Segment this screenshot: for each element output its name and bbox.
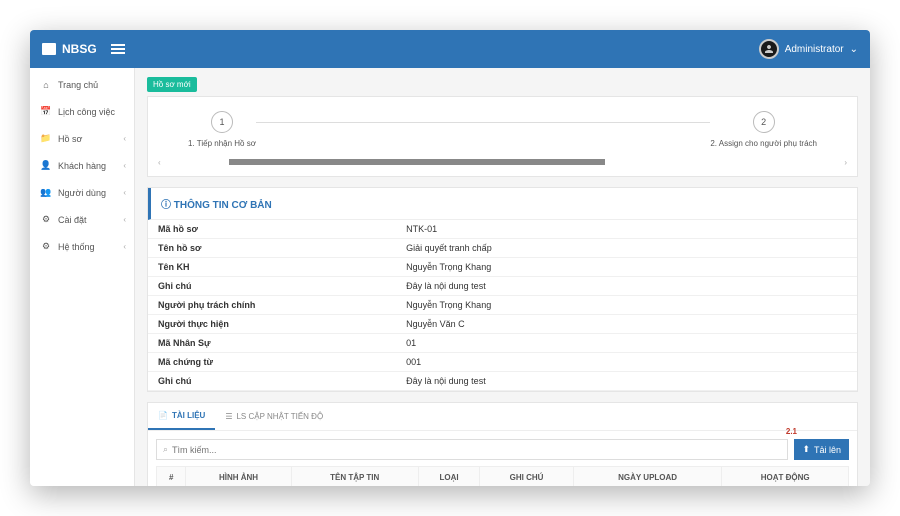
chevron-left-icon: ‹	[123, 161, 126, 170]
info-table: Mã hồ sơNTK-01Tên hồ sơGiải quyết tranh …	[148, 220, 857, 391]
sidebar-item-label: Trang chủ	[58, 80, 98, 90]
tab-progress-history[interactable]: ☰ LS CẬP NHẬT TIẾN ĐỘ	[215, 403, 333, 430]
step-2[interactable]: 2 2. Assign cho người phụ trách	[710, 111, 817, 148]
info-icon: ⓘ	[161, 200, 174, 211]
sidebar-item-5[interactable]: ⚙ Cài đặt ‹	[30, 206, 134, 233]
tabs-row: 📄 TÀI LIỆU ☰ LS CẬP NHẬT TIẾN ĐỘ	[148, 403, 857, 431]
info-row: Ghi chúĐây là nội dung test	[148, 372, 857, 391]
step-1-circle: 1	[211, 111, 233, 133]
search-input[interactable]	[172, 445, 781, 455]
sidebar-item-6[interactable]: ⚙ Hệ thống ‹	[30, 233, 134, 260]
tab-documents[interactable]: 📄 TÀI LIỆU	[148, 403, 215, 430]
info-row: Tên hồ sơGiải quyết tranh chấp	[148, 239, 857, 258]
grid-header[interactable]: LOẠI	[418, 467, 479, 487]
top-bar: NBSG Administrator ⌄	[30, 30, 870, 68]
chevron-left-icon: ‹	[123, 134, 126, 143]
stepper-card: 1 1. Tiếp nhận Hồ sơ 2 2. Assign cho ngư…	[147, 96, 858, 177]
info-value: 01	[396, 334, 857, 353]
folder-icon	[42, 43, 56, 55]
search-input-wrap[interactable]: ⌕	[156, 439, 788, 460]
grid-header[interactable]: HOẠT ĐỘNG	[722, 467, 849, 487]
brand-text: NBSG	[62, 42, 97, 56]
sidebar-item-1[interactable]: 📅 Lịch công việc	[30, 98, 134, 125]
grid-header[interactable]: HÌNH ẢNH	[186, 467, 291, 487]
info-value: Nguyễn Trọng Khang	[396, 296, 857, 315]
info-label: Tên hồ sơ	[148, 239, 396, 258]
search-icon: ⌕	[163, 444, 168, 455]
step-2-label: 2. Assign cho người phụ trách	[710, 139, 817, 148]
info-row: Mã Nhân Sự01	[148, 334, 857, 353]
gear-icon: ⚙	[40, 241, 52, 252]
info-row: Tên KHNguyễn Trọng Khang	[148, 258, 857, 277]
user-name: Administrator	[785, 44, 844, 55]
chevron-left-icon: ‹	[123, 215, 126, 224]
user-cog-icon: ⚙	[40, 214, 52, 225]
calendar-icon: 📅	[40, 106, 52, 117]
documents-table: #HÌNH ẢNHTÊN TẬP TINLOẠIGHI CHÚNGÀY UPLO…	[156, 466, 849, 486]
sidebar-item-label: Lịch công việc	[58, 107, 115, 117]
tabs-card: 📄 TÀI LIỆU ☰ LS CẬP NHẬT TIẾN ĐỘ 2.1 ⌕	[147, 402, 858, 486]
info-label: Người thực hiện	[148, 315, 396, 334]
basic-info-header: ⓘ THÔNG TIN CƠ BẢN	[148, 188, 857, 220]
info-row: Ghi chúĐây là nội dung test	[148, 277, 857, 296]
grid-header[interactable]: TÊN TẬP TIN	[291, 467, 418, 487]
step-1-label: 1. Tiếp nhận Hồ sơ	[188, 139, 256, 148]
info-value: NTK-01	[396, 220, 857, 239]
info-value: Đây là nội dung test	[396, 277, 857, 296]
step-1[interactable]: 1 1. Tiếp nhận Hồ sơ	[188, 111, 256, 148]
info-row: Mã chứng từ001	[148, 353, 857, 372]
info-label: Mã Nhân Sự	[148, 334, 396, 353]
grid-header[interactable]: NGÀY UPLOAD	[573, 467, 722, 487]
user-icon: 👤	[40, 160, 52, 171]
sidebar-item-label: Cài đặt	[58, 215, 87, 225]
sidebar-item-2[interactable]: 📁 Hồ sơ ‹	[30, 125, 134, 152]
app-window: NBSG Administrator ⌄ ⌂ Trang chủ 📅 Lịch côn…	[30, 30, 870, 486]
info-label: Mã hồ sơ	[148, 220, 396, 239]
main-content: Hồ sơ mới 1 1. Tiếp nhận Hồ sơ 2 2. Assi…	[135, 68, 870, 486]
info-label: Người phụ trách chính	[148, 296, 396, 315]
info-label: Ghi chú	[148, 372, 396, 391]
chevron-left-icon: ‹	[123, 242, 126, 251]
sidebar: ⌂ Trang chủ 📅 Lịch công việc 📁 Hồ sơ ‹ 👤 Khách h…	[30, 68, 135, 486]
basic-info-card: ⓘ THÔNG TIN CƠ BẢN Mã hồ sơNTK-01Tên hồ …	[147, 187, 858, 392]
upload-icon: ⬆	[802, 444, 810, 455]
info-value: Đây là nội dung test	[396, 372, 857, 391]
sidebar-item-0[interactable]: ⌂ Trang chủ	[30, 72, 134, 98]
info-value: Giải quyết tranh chấp	[396, 239, 857, 258]
sidebar-item-label: Người dùng	[58, 188, 106, 198]
home-icon: ⌂	[40, 80, 52, 90]
info-value: Nguyễn Văn C	[396, 315, 857, 334]
info-row: Người phụ trách chínhNguyễn Trọng Khang	[148, 296, 857, 315]
chevron-down-icon: ⌄	[850, 44, 858, 55]
info-row: Mã hồ sơNTK-01	[148, 220, 857, 239]
version-label: 2.1	[786, 427, 797, 436]
sidebar-item-3[interactable]: 👤 Khách hàng ‹	[30, 152, 134, 179]
chevron-left-icon: ‹	[123, 188, 126, 197]
info-label: Tên KH	[148, 258, 396, 277]
user-menu[interactable]: Administrator ⌄	[759, 39, 858, 59]
info-label: Mã chứng từ	[148, 353, 396, 372]
file-icon: 📄	[158, 411, 168, 420]
users-icon: 👥	[40, 187, 52, 198]
grid-header[interactable]: GHI CHÚ	[480, 467, 574, 487]
sidebar-item-label: Khách hàng	[58, 161, 106, 171]
new-record-badge[interactable]: Hồ sơ mới	[147, 77, 197, 92]
sidebar-item-4[interactable]: 👥 Người dùng ‹	[30, 179, 134, 206]
list-icon: ☰	[225, 412, 232, 421]
info-label: Ghi chú	[148, 277, 396, 296]
step-connector	[256, 122, 710, 123]
sidebar-item-label: Hệ thống	[58, 242, 95, 252]
info-row: Người thực hiệnNguyễn Văn C	[148, 315, 857, 334]
info-value[interactable]: Nguyễn Trọng Khang	[396, 258, 857, 277]
avatar-icon	[759, 39, 779, 59]
horizontal-scrollbar[interactable]: ‹ ›	[158, 158, 847, 166]
sidebar-item-label: Hồ sơ	[58, 134, 82, 144]
info-value: 001	[396, 353, 857, 372]
folder-icon: 📁	[40, 133, 52, 144]
grid-header[interactable]: #	[157, 467, 186, 487]
brand[interactable]: NBSG	[42, 42, 97, 56]
menu-toggle-button[interactable]	[111, 42, 125, 56]
upload-button[interactable]: ⬆ Tải lên	[794, 439, 849, 460]
step-2-circle: 2	[753, 111, 775, 133]
